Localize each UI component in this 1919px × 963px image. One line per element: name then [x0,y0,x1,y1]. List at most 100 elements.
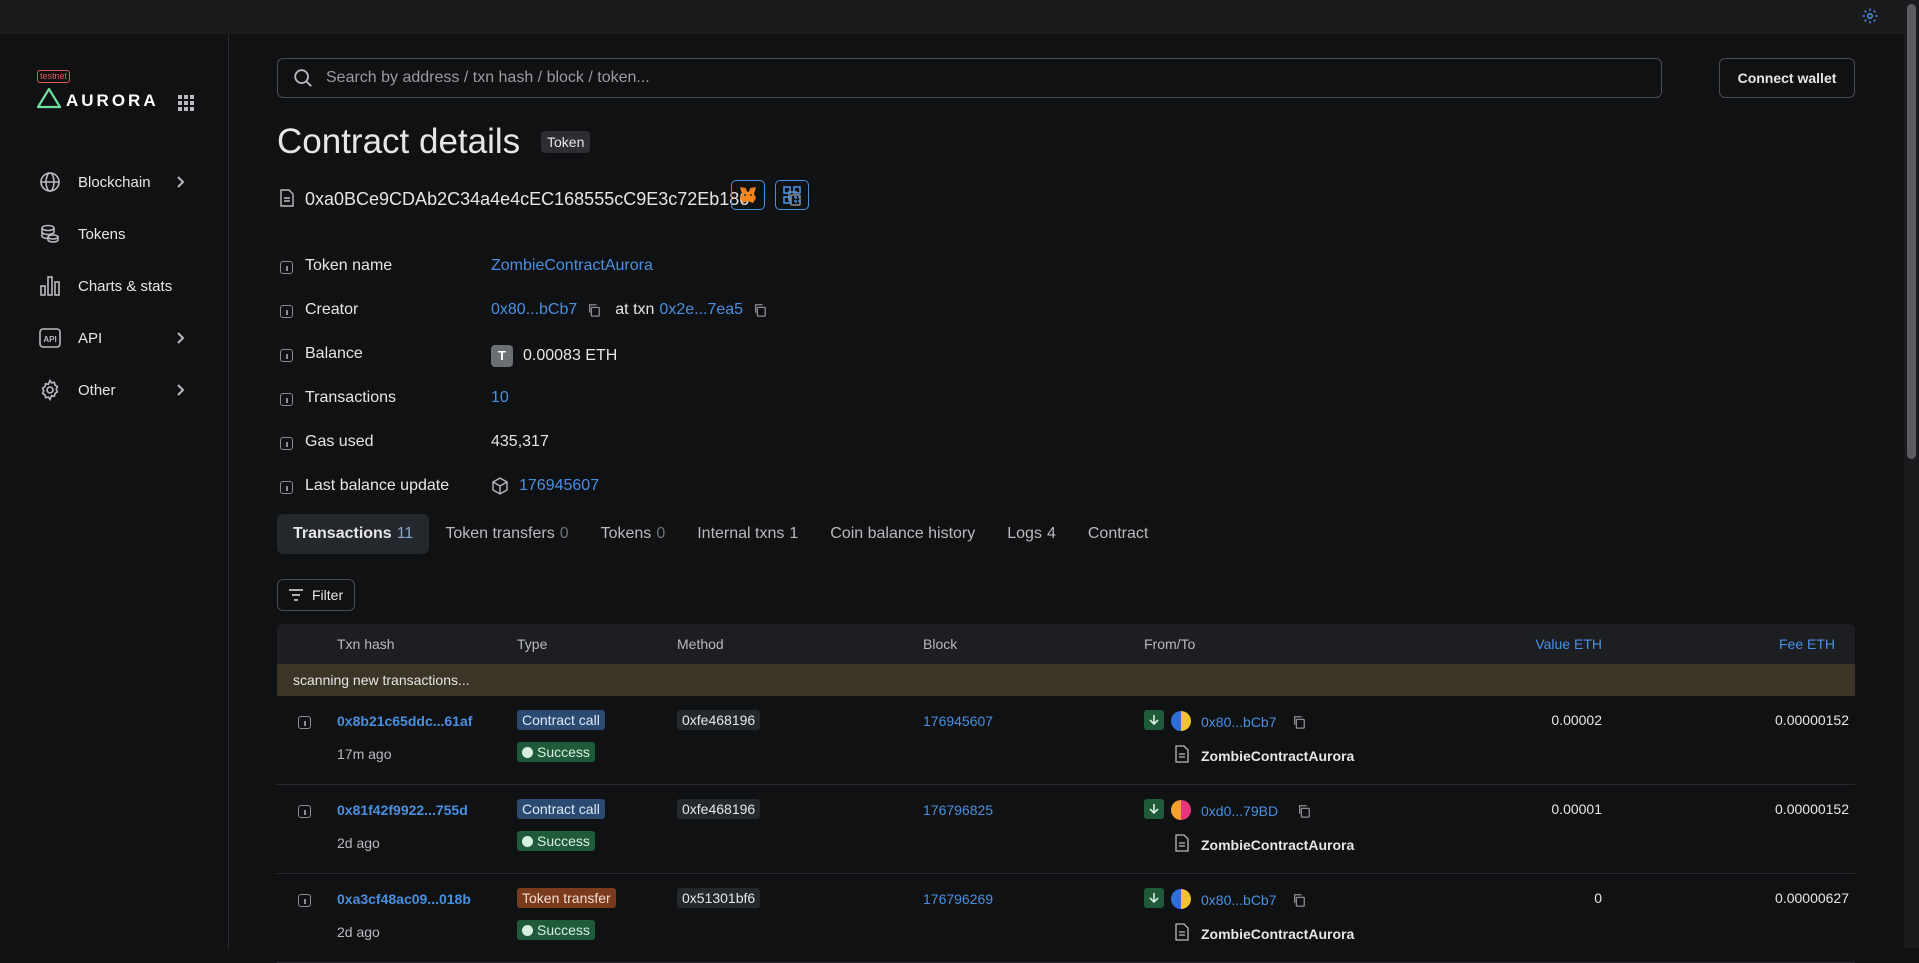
tab-count: 0 [656,525,666,542]
chevron-right-icon [177,384,185,396]
from-address-link[interactable]: 0x80...bCb7 [1201,892,1277,908]
filter-label: Filter [312,587,344,603]
api-icon: API [39,328,61,348]
transactions-count-link[interactable]: 10 [491,389,509,407]
search-bar[interactable] [277,58,1662,98]
tab-logs[interactable]: Logs 4 [991,514,1072,554]
tab-transactions[interactable]: Transactions 11 [277,514,430,554]
detail-label: Gas used [305,433,374,450]
copy-icon[interactable] [1292,893,1306,907]
tab-contract[interactable]: Contract [1072,514,1164,554]
block-link[interactable]: 176796269 [923,891,993,907]
info-icon[interactable] [298,805,311,818]
from-address-link[interactable]: 0x80...bCb7 [1201,714,1277,730]
column-header-value[interactable]: Value ETH [1535,636,1602,652]
info-icon[interactable] [280,481,293,494]
to-contract-name[interactable]: ZombieContractAurora [1201,926,1354,942]
chevron-right-icon [177,176,185,188]
copy-icon[interactable] [587,303,601,317]
tab-tokens[interactable]: Tokens 0 [585,514,682,554]
tab-internal-txns[interactable]: Internal txns 1 [681,514,814,554]
transactions-table: Txn hash Type Method Block From/To Value… [277,624,1855,963]
sidebar-item-api[interactable]: API API [38,312,198,364]
table-row: 0x8b21c65ddc...61af 17m ago Contract cal… [277,696,1855,785]
filter-button[interactable]: Filter [277,579,355,611]
tab-token-transfers[interactable]: Token transfers 0 [429,514,584,554]
tab-count: 0 [559,525,569,542]
apps-grid-icon[interactable] [177,94,195,112]
method-badge: 0x51301bf6 [677,888,761,908]
info-icon[interactable] [280,305,293,318]
tab-count: 4 [1046,525,1056,542]
sidebar-item-charts-stats[interactable]: Charts & stats [38,260,198,312]
info-icon[interactable] [280,261,293,274]
txn-age: 2d ago [337,835,380,851]
detail-row-last-balance-update: Last balance update 176945607 [277,474,1177,518]
to-contract-name[interactable]: ZombieContractAurora [1201,748,1354,764]
scrollbar-thumb[interactable] [1907,4,1916,459]
connect-wallet-button[interactable]: Connect wallet [1719,58,1855,98]
status-label: Success [537,744,590,760]
info-icon[interactable] [280,349,293,362]
info-icon[interactable] [280,437,293,450]
check-circle-icon [522,746,533,758]
creator-address-link[interactable]: 0x80...bCb7 [491,301,577,319]
info-icon[interactable] [298,716,311,729]
tab-count: 11 [396,525,414,542]
detail-row-transactions: Transactions 10 [277,386,1177,430]
sidebar-item-label: Other [78,381,116,399]
method-badge: 0xfe468196 [677,710,761,730]
aurora-mark-icon [36,87,62,109]
column-header-txn-hash: Txn hash [337,636,395,652]
fee-eth: 0.00000152 [1775,712,1849,728]
txn-hash-link[interactable]: 0xa3cf48ac09...018b [337,891,471,907]
info-icon[interactable] [280,393,293,406]
settings-gear-icon[interactable] [1861,7,1879,25]
txn-hash-link[interactable]: 0x8b21c65ddc...61af [337,713,472,729]
to-contract-name[interactable]: ZombieContractAurora [1201,837,1354,853]
txn-hash-link[interactable]: 0x81f42f9922...755d [337,802,468,818]
column-header-block: Block [923,636,958,652]
block-link[interactable]: 176945607 [923,713,993,729]
sidebar-item-tokens[interactable]: Tokens [38,208,198,260]
copy-icon[interactable] [1297,804,1311,818]
tab-coin-balance-history[interactable]: Coin balance history [814,514,991,554]
from-address-link[interactable]: 0xd0...79BD [1201,803,1278,819]
fee-eth: 0.00000152 [1775,801,1849,817]
copy-icon[interactable] [753,303,767,317]
qr-code-button[interactable] [775,180,809,210]
value-eth: 0.00001 [1551,801,1602,817]
check-circle-icon [522,924,533,936]
tab-label: Logs [1007,525,1042,542]
check-circle-icon [522,835,533,847]
table-row: 0xa3cf48ac09...018b 2d ago Token transfe… [277,874,1855,963]
metamask-button[interactable] [731,180,765,210]
last-balance-block-link[interactable]: 176945607 [519,477,599,495]
page-scrollbar[interactable] [1904,0,1919,948]
metamask-fox-icon [740,187,756,203]
tab-label: Coin balance history [830,525,976,542]
tab-label: Tokens [600,525,652,542]
fee-eth: 0.00000627 [1775,890,1849,906]
copy-icon[interactable] [1292,715,1306,729]
search-icon [294,69,312,87]
sidebar-item-blockchain[interactable]: Blockchain [38,156,198,208]
detail-row-balance: Balance T 0.00083 ETH [277,342,1177,386]
arrow-down-icon [1144,799,1164,819]
creator-txn-link[interactable]: 0x2e...7ea5 [659,301,743,319]
column-header-from-to: From/To [1144,636,1196,652]
page-title: Contract details [277,122,521,161]
block-link[interactable]: 176796825 [923,802,993,818]
table-header: Txn hash Type Method Block From/To Value… [277,624,1855,664]
gas-used-value: 435,317 [491,433,549,450]
token-name-link[interactable]: ZombieContractAurora [491,257,653,275]
bar-chart-icon [40,276,60,296]
info-icon[interactable] [298,894,311,907]
column-header-type: Type [517,636,548,652]
contract-file-icon [1175,834,1189,852]
sidebar-item-other[interactable]: Other [38,364,198,416]
detail-label: Last balance update [305,477,450,494]
aurora-wordmark: AURORA [66,91,159,110]
search-input[interactable] [326,69,1626,87]
column-header-fee[interactable]: Fee ETH [1779,636,1835,652]
